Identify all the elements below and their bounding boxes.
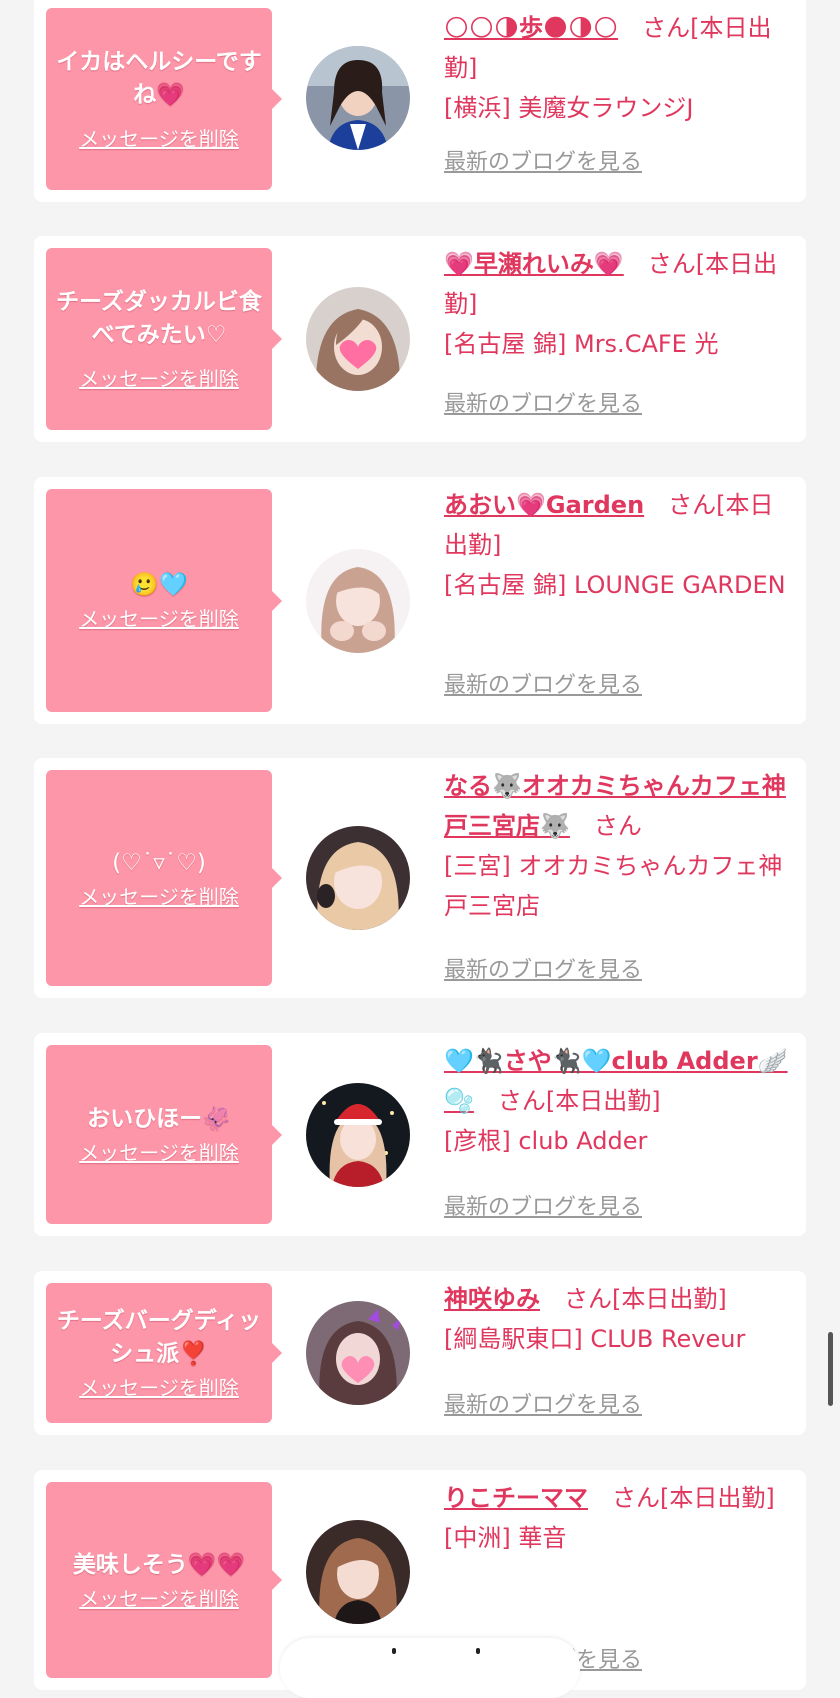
avatar[interactable] — [306, 1520, 410, 1624]
message-text: 美味しそう💗💗 — [72, 1551, 246, 1578]
sender-status: さん[本日出勤] — [497, 1087, 661, 1115]
latest-blog-link[interactable]: 最新のブログを見る — [444, 1189, 642, 1221]
avatar[interactable] — [306, 46, 410, 150]
bottom-bar-mark — [392, 1648, 396, 1654]
message-text: (♡˙▿˙♡) — [112, 849, 206, 876]
sender-name-link[interactable]: あおい💗Garden — [444, 491, 644, 519]
avatar[interactable] — [306, 287, 410, 391]
message-text: チーズバーグディッシュ派❣️ — [56, 1308, 262, 1367]
bottom-bar[interactable] — [280, 1638, 580, 1698]
message-bubble: チーズダッカルビ食べてみたい♡ メッセージを削除 — [46, 248, 282, 430]
delete-message-button[interactable]: メッセージを削除 — [79, 366, 239, 392]
avatar-photo-2 — [306, 287, 410, 391]
delete-message-button[interactable]: メッセージを削除 — [79, 126, 239, 152]
message-bubble: (♡˙▿˙♡) メッセージを削除 — [46, 770, 282, 986]
message-text: 🥲🩵 — [130, 572, 188, 598]
delete-message-button[interactable]: メッセージを削除 — [79, 606, 239, 632]
message-card: イカはヘルシーですね💗 メッセージを削除 🌕🌕🌗歩🌑🌗🌕 さん[本日出勤] [横浜… — [34, 0, 806, 202]
message-card: チーズダッカルビ食べてみたい♡ メッセージを削除 💗早瀬れいみ💗 さん[本日出勤]… — [34, 236, 806, 442]
avatar[interactable] — [306, 1083, 410, 1187]
avatar[interactable] — [306, 1301, 410, 1405]
sender-status: さん[本日出勤] — [612, 1484, 775, 1512]
avatar-photo-3 — [306, 549, 410, 653]
shop-name: [名古屋 錦] Mrs.CAFE 光 — [444, 330, 719, 358]
message-bubble: 美味しそう💗💗 メッセージを削除 — [46, 1482, 282, 1678]
latest-blog-link[interactable]: 最新のブログを見る — [444, 144, 642, 176]
latest-blog-link[interactable]: 最新のブログを見る — [444, 667, 642, 699]
bottom-bar-mark — [476, 1648, 480, 1654]
avatar-photo-5 — [306, 1083, 410, 1187]
sender-name-link[interactable]: りこチーママ — [444, 1484, 588, 1512]
latest-blog-link[interactable]: 最新のブログを見る — [444, 952, 642, 984]
delete-message-button[interactable]: メッセージを削除 — [79, 1375, 239, 1401]
sender-status: さん — [593, 812, 642, 840]
message-card: (♡˙▿˙♡) メッセージを削除 なる🐺オオカミちゃんカフェ神戸三宮店🐺 さん [… — [34, 758, 806, 998]
message-text: チーズダッカルビ食べてみたい♡ — [56, 289, 262, 348]
message-card: 🥲🩵 メッセージを削除 あおい💗Garden さん[本日出勤] [名古屋 錦] L… — [34, 477, 806, 724]
shop-name: [綱島駅東口] CLUB Reveur — [444, 1325, 746, 1353]
shop-name: [中洲] 華音 — [444, 1524, 567, 1552]
shop-name: [三宮] オオカミちゃんカフェ神戸三宮店 — [444, 852, 783, 920]
message-card: チーズバーグディッシュ派❣️ メッセージを削除 神咲ゆみ さん[本日出勤] [綱島… — [34, 1271, 806, 1435]
sender-name-link[interactable]: 🌕🌕🌗歩🌑🌗🌕 — [444, 14, 618, 42]
delete-message-button[interactable]: メッセージを削除 — [79, 1586, 239, 1612]
shop-name: [横浜] 美魔女ラウンジJ — [444, 94, 694, 122]
message-card: おいひほー🦑 メッセージを削除 🩵🐈‍⬛さや🐈‍⬛🩵club Adder🪽🫧 さん… — [34, 1033, 806, 1236]
message-text: おいひほー🦑 — [87, 1106, 231, 1132]
shop-name: [彦根] club Adder — [444, 1127, 648, 1155]
avatar-photo-1 — [306, 46, 410, 150]
avatar[interactable] — [306, 549, 410, 653]
sender-status: さん[本日出勤] — [564, 1285, 727, 1313]
avatar[interactable] — [306, 826, 410, 930]
latest-blog-link[interactable]: 最新のブログを見る — [444, 386, 642, 418]
message-text: イカはヘルシーですね💗 — [56, 49, 262, 108]
delete-message-button[interactable]: メッセージを削除 — [79, 1140, 239, 1166]
message-bubble: 🥲🩵 メッセージを削除 — [46, 489, 282, 712]
message-bubble: イカはヘルシーですね💗 メッセージを削除 — [46, 8, 282, 190]
scrollbar[interactable] — [828, 1332, 833, 1406]
message-bubble: チーズバーグディッシュ派❣️ メッセージを削除 — [46, 1283, 282, 1423]
delete-message-button[interactable]: メッセージを削除 — [79, 884, 239, 910]
sender-name-link[interactable]: 神咲ゆみ — [444, 1285, 540, 1313]
avatar-photo-4 — [306, 826, 410, 930]
sender-name-link[interactable]: 💗早瀬れいみ💗 — [444, 250, 624, 278]
shop-name: [名古屋 錦] LOUNGE GARDEN — [444, 571, 786, 599]
latest-blog-link[interactable]: 最新のブログを見る — [444, 1387, 642, 1419]
avatar-photo-7 — [306, 1520, 410, 1624]
message-feed: イカはヘルシーですね💗 メッセージを削除 🌕🌕🌗歩🌑🌗🌕 さん[本日出勤] [横浜… — [0, 0, 840, 1690]
avatar-photo-6 — [306, 1301, 410, 1405]
message-bubble: おいひほー🦑 メッセージを削除 — [46, 1045, 282, 1224]
